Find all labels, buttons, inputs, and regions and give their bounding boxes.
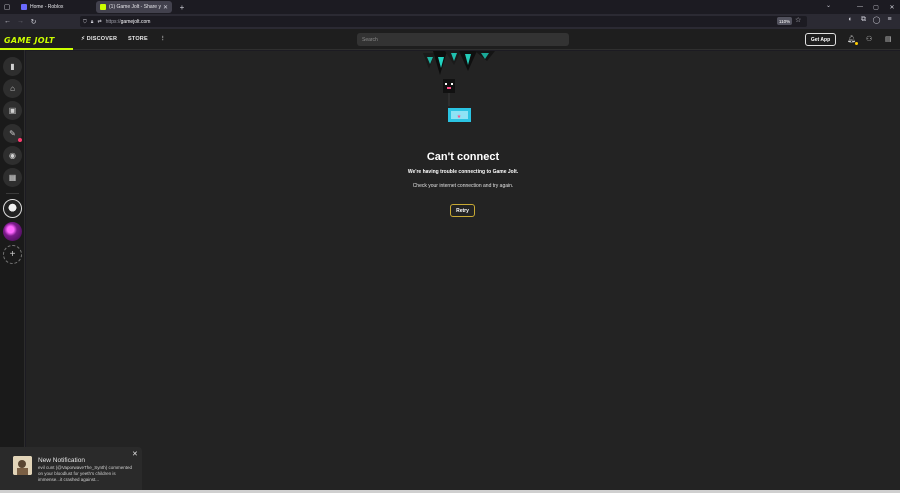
- sidebar-item-library[interactable]: ▣: [3, 101, 22, 120]
- pocket-icon[interactable]: ◐: [844, 16, 857, 24]
- close-window-icon[interactable]: ✕: [884, 4, 900, 11]
- store-icon: ⌂: [10, 84, 15, 93]
- navigation-bar: ← → ↻ ⛉ 🔒︎ ⇄ https://gamejolt.com 110% ☆…: [0, 14, 900, 29]
- reload-icon[interactable]: ↻: [28, 18, 39, 26]
- error-title: Can't connect: [426, 151, 500, 163]
- error-hint: Check your internet connection and try a…: [412, 183, 514, 189]
- tab-strip: ▢ Home - Roblox (1) Game Jolt - Share yo…: [0, 0, 900, 14]
- community-avatar-1[interactable]: [3, 199, 22, 218]
- sidebar: ▮ ⌂ ▣ ✎ ◉ ▦ +: [0, 50, 25, 490]
- tab-title: (1) Game Jolt - Share your crea: [109, 4, 161, 10]
- home-icon: ▮: [10, 62, 15, 71]
- avatar-image: [13, 456, 32, 475]
- menu-icon[interactable]: ≡: [883, 16, 896, 24]
- tab-title: Home - Roblox: [30, 4, 64, 10]
- url-host: gamejolt.com: [120, 18, 151, 25]
- discover-label: DISCOVER: [86, 36, 118, 42]
- sidebar-item-store[interactable]: ⌂: [3, 79, 22, 98]
- chat-icon[interactable]: ▤: [885, 35, 892, 43]
- browser-window: ▢ Home - Roblox (1) Game Jolt - Share yo…: [0, 0, 900, 493]
- sidebar-divider: [6, 193, 19, 194]
- main-content: ★ Can't connect We're having trouble con…: [26, 51, 900, 490]
- add-community-button[interactable]: +: [3, 245, 22, 264]
- tab-list-icon[interactable]: ▢: [0, 0, 14, 14]
- more-menu-icon[interactable]: ⋮: [160, 36, 166, 42]
- sidebar-notification-dot: [18, 138, 22, 142]
- maximize-icon[interactable]: ▢: [868, 4, 884, 11]
- error-subtitle: We're having trouble connecting to Game …: [407, 169, 519, 175]
- gamejolt-logo[interactable]: GAME JOLT: [4, 36, 55, 45]
- site-header: GAME JOLT ⚡︎ DISCOVER STORE ⋮ Search Get…: [0, 29, 900, 50]
- quest-icon: ✎: [9, 129, 16, 138]
- plus-icon: +: [9, 249, 16, 260]
- retry-button[interactable]: Retry: [450, 204, 475, 217]
- error-illustration: ★: [423, 51, 495, 122]
- notification-dot: [855, 42, 858, 45]
- chat-bubble-icon: ◉: [9, 151, 16, 160]
- search-input[interactable]: Search: [357, 33, 569, 46]
- bookmark-star-icon[interactable]: ☆: [795, 16, 801, 24]
- compass-icon: ⚡︎: [81, 36, 86, 42]
- discover-link[interactable]: ⚡︎ DISCOVER: [81, 36, 117, 42]
- url-bar[interactable]: ⛉ 🔒︎ ⇄ https://gamejolt.com: [80, 16, 807, 27]
- close-tab-icon[interactable]: ✕: [163, 4, 168, 11]
- minimize-icon[interactable]: —: [852, 4, 868, 10]
- notification-title: New Notification: [38, 457, 85, 464]
- sidebar-item-home[interactable]: ▮: [3, 57, 22, 76]
- gamejolt-favicon-icon: [100, 4, 106, 10]
- zoom-level-badge[interactable]: 110%: [777, 17, 792, 25]
- notification-message: evil cunt (@VaporwaveThe_Synth) commente…: [38, 465, 133, 482]
- shield-icon[interactable]: ⛉: [83, 19, 87, 25]
- forward-icon[interactable]: →: [15, 18, 26, 25]
- permissions-icon[interactable]: ⇄: [97, 19, 101, 25]
- window-controls: — ▢ ✕: [852, 0, 900, 14]
- extensions-icon[interactable]: ⧉: [857, 16, 870, 24]
- backpack-icon: ▦: [8, 173, 17, 182]
- get-app-button[interactable]: Get App: [805, 33, 836, 46]
- roblox-favicon-icon: [21, 4, 27, 10]
- bag-icon: ▣: [8, 106, 17, 115]
- tab-gamejolt[interactable]: (1) Game Jolt - Share your crea ✕: [96, 1, 172, 13]
- lock-icon[interactable]: 🔒︎: [91, 19, 94, 25]
- community-avatar-2[interactable]: [3, 222, 22, 241]
- account-icon[interactable]: ◯: [870, 16, 883, 24]
- url-protocol: https://: [105, 18, 121, 25]
- store-link[interactable]: STORE: [128, 36, 148, 42]
- sidebar-item-chat[interactable]: ◉: [3, 146, 22, 165]
- sidebar-item-backpack[interactable]: ▦: [3, 168, 22, 187]
- notification-avatar: [13, 456, 32, 475]
- close-notification-icon[interactable]: ✕: [132, 450, 138, 458]
- toolbar-right: ◐ ⧉ ◯ ≡: [844, 16, 896, 24]
- tab-roblox[interactable]: Home - Roblox: [17, 1, 93, 13]
- chevron-down-icon[interactable]: ⌄: [826, 2, 831, 9]
- new-tab-button[interactable]: +: [177, 3, 187, 12]
- notification-toast[interactable]: New Notification evil cunt (@VaporwaveTh…: [0, 447, 142, 493]
- svg-text:★: ★: [457, 114, 462, 120]
- back-icon[interactable]: ←: [2, 18, 13, 25]
- friends-icon[interactable]: ⚇: [866, 35, 872, 43]
